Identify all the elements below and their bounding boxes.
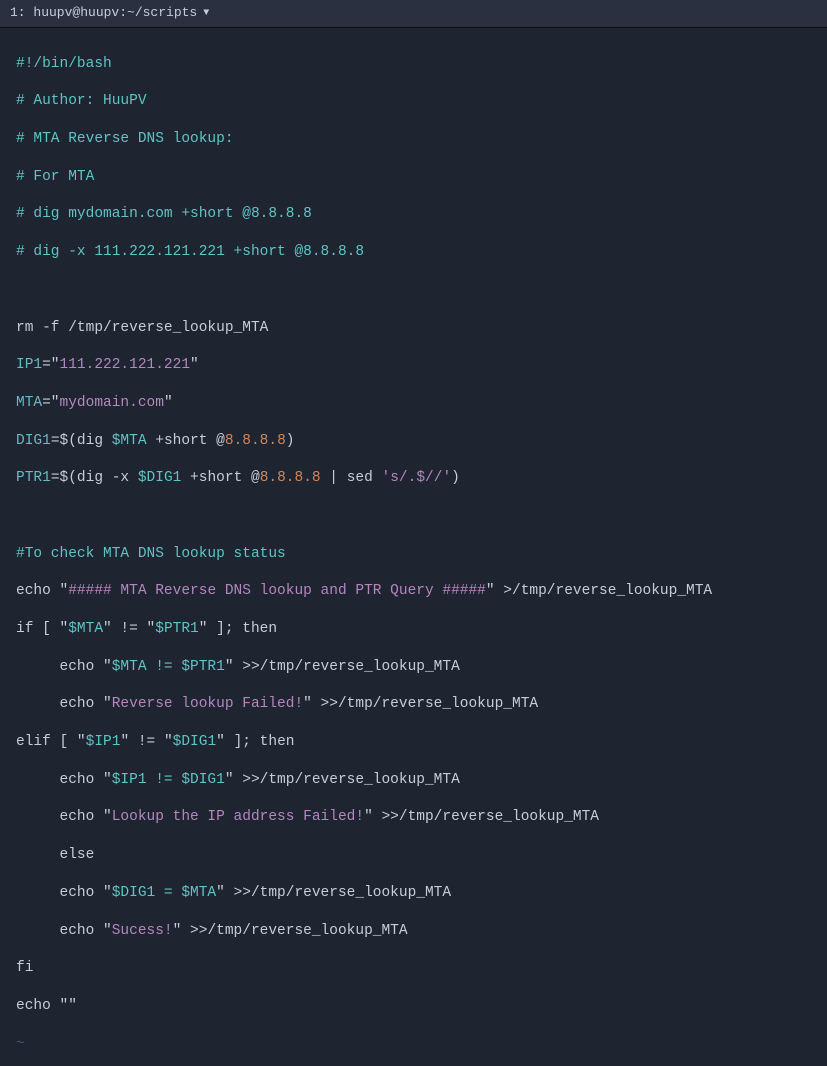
code-line: PTR1=$(dig -x $DIG1 +short @8.8.8.8 | se… [16, 469, 811, 488]
code-line: echo "" [16, 997, 811, 1016]
terminal-titlebar[interactable]: 1: huupv@huupv:~/scripts ▼ [0, 0, 827, 28]
code-line: rm -f /tmp/reverse_lookup_MTA [16, 319, 811, 338]
code-line [16, 507, 811, 526]
code-line: # Author: HuuPV [16, 92, 811, 111]
code-line: # For MTA [16, 168, 811, 187]
vim-tilde: ~ [16, 1035, 811, 1054]
titlebar-label: 1: huupv@huupv:~/scripts [10, 5, 197, 22]
dropdown-icon[interactable]: ▼ [203, 7, 209, 20]
code-editor[interactable]: #!/bin/bash # Author: HuuPV # MTA Revers… [0, 28, 827, 1066]
code-line: IP1="111.222.121.221" [16, 356, 811, 375]
code-line: echo "##### MTA Reverse DNS lookup and P… [16, 582, 811, 601]
code-line [16, 281, 811, 300]
code-line: #To check MTA DNS lookup status [16, 545, 811, 564]
code-line: DIG1=$(dig $MTA +short @8.8.8.8) [16, 432, 811, 451]
code-line: # MTA Reverse DNS lookup: [16, 130, 811, 149]
code-line: #!/bin/bash [16, 55, 811, 74]
code-line: echo "Lookup the IP address Failed!" >>/… [16, 808, 811, 827]
code-line: MTA="mydomain.com" [16, 394, 811, 413]
code-line: echo "$IP1 != $DIG1" >>/tmp/reverse_look… [16, 771, 811, 790]
code-line: elif [ "$IP1" != "$DIG1" ]; then [16, 733, 811, 752]
code-line: else [16, 846, 811, 865]
code-line: echo "$DIG1 = $MTA" >>/tmp/reverse_looku… [16, 884, 811, 903]
code-line: # dig -x 111.222.121.221 +short @8.8.8.8 [16, 243, 811, 262]
code-line: # dig mydomain.com +short @8.8.8.8 [16, 205, 811, 224]
code-line: fi [16, 959, 811, 978]
code-line: echo "Reverse lookup Failed!" >>/tmp/rev… [16, 695, 811, 714]
code-line: echo "$MTA != $PTR1" >>/tmp/reverse_look… [16, 658, 811, 677]
code-line: if [ "$MTA" != "$PTR1" ]; then [16, 620, 811, 639]
code-line: echo "Sucess!" >>/tmp/reverse_lookup_MTA [16, 922, 811, 941]
